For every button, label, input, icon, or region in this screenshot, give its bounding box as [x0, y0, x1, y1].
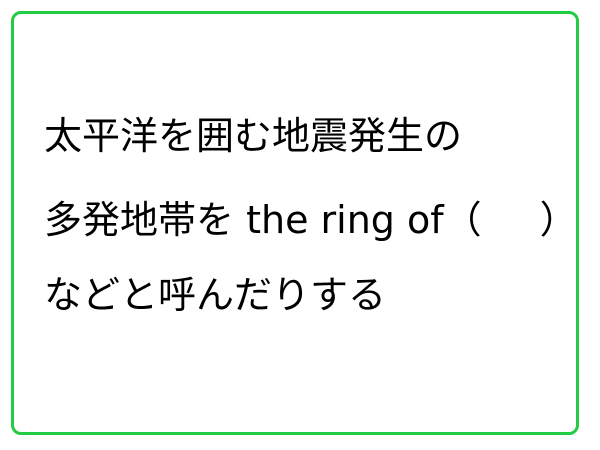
question-card: 太平洋を囲む地震発生の 多発地帯を the ring of（ ） などと呼んだりす… — [11, 11, 579, 435]
question-line-1: 太平洋を囲む地震発生の — [44, 114, 463, 158]
question-line-3: などと呼んだりする — [44, 273, 387, 317]
closing-paren: ） — [539, 198, 578, 242]
question-line-2-text: 多発地帯を the ring of（ — [44, 198, 482, 242]
question-line-2: 多発地帯を the ring of（ ） — [44, 198, 578, 242]
